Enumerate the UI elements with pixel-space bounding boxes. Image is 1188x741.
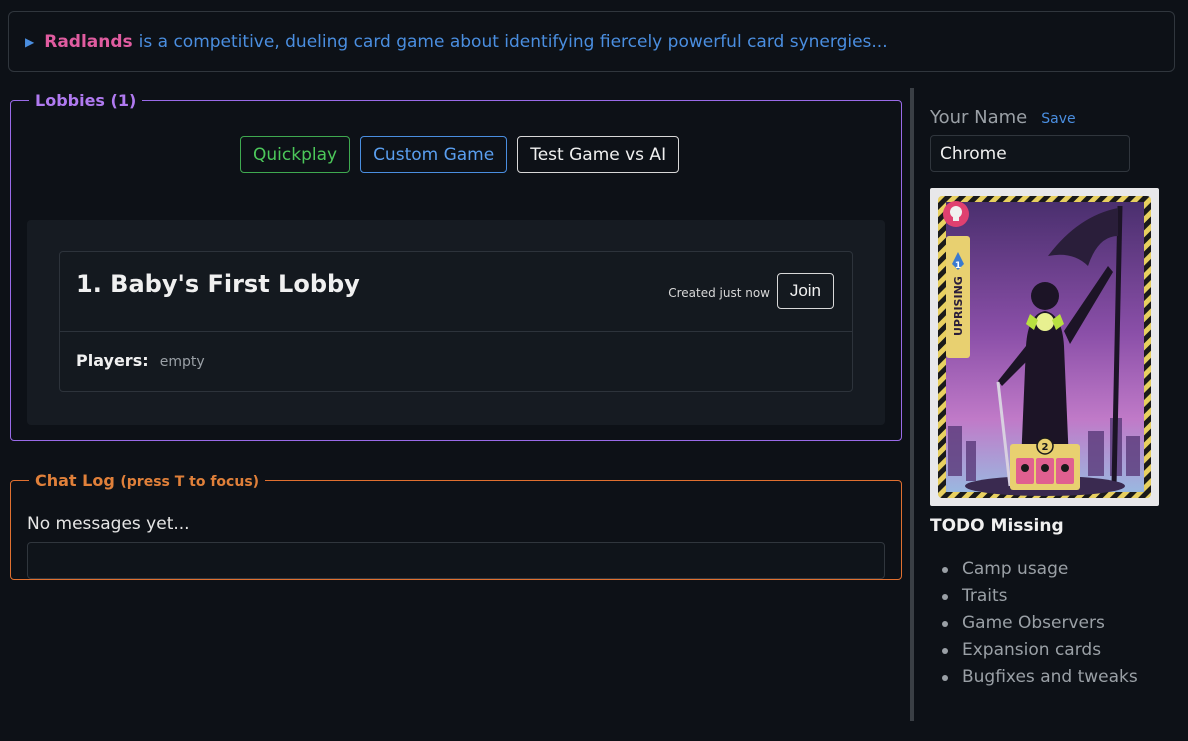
lobby-players: Players: empty [76, 351, 205, 370]
brand-name: Radlands [44, 31, 133, 52]
lobby-list: 1. Baby's First Lobby Created just now J… [27, 220, 885, 425]
disclosure-triangle-icon[interactable]: ▶ [25, 35, 34, 49]
lobby-item: 1. Baby's First Lobby Created just now J… [59, 251, 853, 392]
list-item: Bugfixes and tweaks [930, 666, 1138, 693]
name-row: Your Name Save [930, 107, 1076, 128]
players-label: Players: [76, 351, 149, 370]
lobby-actions: Quickplay Custom Game Test Game vs AI [240, 136, 680, 173]
test-game-vs-ai-button[interactable]: Test Game vs AI [517, 136, 680, 173]
list-item: Camp usage [930, 558, 1138, 585]
intro-summary[interactable]: ▶ Radlands is a competitive, dueling car… [8, 11, 1175, 72]
save-name-link[interactable]: Save [1041, 111, 1075, 127]
chat-input[interactable] [27, 542, 885, 579]
players-value: empty [159, 354, 205, 370]
card-name: UPRISING [952, 276, 965, 336]
custom-game-button[interactable]: Custom Game [360, 136, 508, 173]
list-item: Game Observers [930, 612, 1138, 639]
card-image: 1 UPRISING 2 [930, 188, 1159, 506]
quickplay-button[interactable]: Quickplay [240, 136, 351, 173]
chat-log-section: Chat Log (press T to focus) No messages … [10, 471, 902, 580]
lobby-header: 1. Baby's First Lobby Created just now J… [60, 252, 852, 332]
card-cost: 1 [955, 261, 961, 271]
todo-title: TODO Missing [930, 516, 1064, 536]
list-item: Expansion cards [930, 639, 1138, 666]
name-input[interactable] [930, 135, 1130, 172]
lobbies-legend: Lobbies (1) [35, 91, 137, 110]
chat-legend: Chat Log (press T to focus) [29, 471, 265, 490]
list-item: Traits [930, 585, 1138, 612]
lobby-title: 1. Baby's First Lobby [76, 270, 360, 298]
chat-legend-hint: (press T to focus) [120, 474, 260, 490]
intro-text: is a competitive, dueling card game abou… [138, 31, 888, 52]
card-ability-cost: 2 [1042, 442, 1049, 453]
chat-legend-title: Chat Log [35, 471, 115, 490]
sidebar-divider [910, 88, 914, 721]
your-name-label: Your Name [930, 107, 1028, 128]
lobbies-section: Lobbies (1) Quickplay Custom Game Test G… [10, 91, 902, 441]
join-lobby-button[interactable]: Join [776, 273, 834, 309]
uprising-card-art: 1 UPRISING 2 [938, 196, 1151, 498]
chat-empty-message: No messages yet... [27, 514, 190, 534]
todo-list: Camp usage Traits Game Observers Expansi… [930, 558, 1138, 693]
lobby-created-time: Created just now [668, 286, 770, 300]
